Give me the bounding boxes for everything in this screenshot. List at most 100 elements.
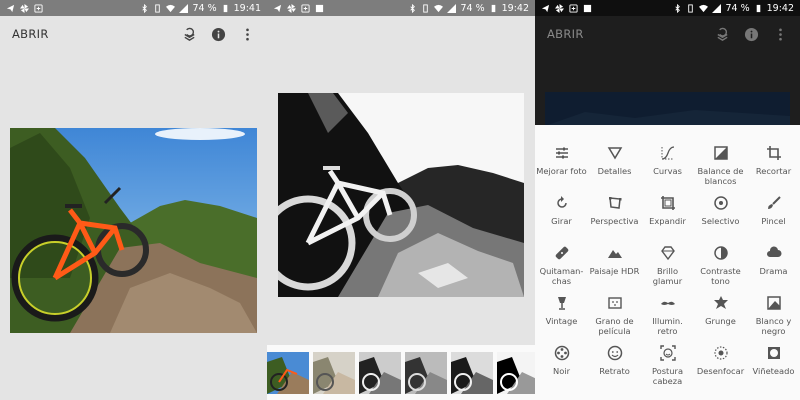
tool-paisaje-hdr[interactable]: Paisaje HDR [588, 245, 641, 295]
tool-label: Mejorar foto [536, 166, 587, 176]
clock: 19:42 [501, 2, 529, 14]
tool-label: Perspectiva [590, 216, 639, 226]
info-icon[interactable] [744, 27, 759, 42]
status-bar: 74 % 19:42 [267, 0, 535, 16]
bandage-icon [554, 245, 570, 261]
target-icon [713, 195, 729, 211]
app-bar: ABRIR [0, 16, 267, 52]
tool-noir[interactable]: Noir [535, 345, 588, 395]
telegram-icon [273, 4, 282, 13]
tool-balance-de-blancos[interactable]: Balance de blancos [694, 145, 747, 195]
battery-text: 74 % [192, 2, 217, 14]
tool-mejorar-foto[interactable]: Mejorar foto [535, 145, 588, 195]
screen-color-photo: 74 % 19:41 ABRIR [0, 0, 267, 400]
face-frame-icon [659, 345, 676, 361]
more-options-icon[interactable] [240, 27, 255, 42]
tool-vineteado[interactable]: Viñeteado [747, 345, 800, 395]
battery-icon [221, 4, 230, 13]
app-notification-icon [569, 3, 578, 13]
triangle-icon [607, 145, 623, 161]
thumbnail-original[interactable] [267, 351, 309, 394]
cloud-icon [766, 245, 782, 261]
tool-selectivo[interactable]: Selectivo [694, 195, 747, 245]
crop-icon [766, 145, 782, 161]
white-balance-icon [713, 145, 729, 161]
tool-label: Recortar [755, 166, 792, 176]
pinwheel-icon [555, 3, 564, 13]
tool-label: Balance de blancos [697, 166, 744, 186]
tool-label: Paisaje HDR [589, 266, 640, 276]
photo-color[interactable] [10, 128, 257, 333]
wifi-icon [434, 4, 444, 13]
open-button[interactable]: ABRIR [547, 27, 584, 41]
thumbnail-bw-selected[interactable] [497, 351, 535, 394]
pinwheel-icon [287, 3, 296, 13]
bluetooth-icon [408, 3, 417, 13]
tool-label: Quitaman-chas [539, 266, 584, 286]
vibrate-icon [153, 3, 162, 13]
tool-label: Viñeteado [752, 366, 795, 376]
tool-grunge[interactable]: Grunge [694, 295, 747, 345]
tool-postura-cabeza[interactable]: Postura cabeza [641, 345, 694, 395]
tool-blanco-y-negro[interactable]: Blanco y negro [747, 295, 800, 345]
wifi-icon [166, 4, 176, 13]
tool-detalles[interactable]: Detalles [588, 145, 641, 195]
tool-label: Detalles [597, 166, 632, 176]
status-bar: 74 % 19:42 [535, 0, 800, 16]
tool-brillo-glamur[interactable]: Brillo glamur [641, 245, 694, 295]
grunge-icon [713, 295, 729, 311]
tool-label: Girar [551, 216, 572, 226]
grain-icon [607, 295, 623, 311]
tool-label: Vintage [545, 316, 578, 326]
tool-expandir[interactable]: Expandir [641, 195, 694, 245]
tool-label: Noir [553, 366, 570, 376]
vibrate-icon [686, 3, 695, 13]
tool-pincel[interactable]: Pincel [747, 195, 800, 245]
tool-quitaman-chas[interactable]: Quitaman-chas [535, 245, 588, 295]
tool-label: Grano de película [595, 316, 634, 336]
tool-label: Blanco y negro [755, 316, 792, 336]
mustache-icon [660, 295, 676, 311]
battery-text: 74 % [460, 2, 485, 14]
contrast-icon [713, 245, 729, 261]
tool-vintage[interactable]: Vintage [535, 295, 588, 345]
bw-icon [766, 295, 782, 311]
thumbnail-bw-2[interactable] [405, 351, 447, 394]
photo-bw[interactable] [278, 93, 524, 297]
brush-icon [766, 195, 782, 211]
clock: 19:41 [233, 2, 261, 14]
status-bar: 74 % 19:41 [0, 0, 267, 16]
layers-undo-icon[interactable] [715, 27, 730, 42]
tool-curvas[interactable]: Curvas [641, 145, 694, 195]
open-button[interactable]: ABRIR [12, 27, 49, 41]
tool-label: Expandir [649, 216, 686, 226]
pinwheel-icon [20, 3, 29, 13]
app-notification-icon [34, 3, 43, 13]
bluetooth-icon [673, 3, 682, 13]
tool-perspectiva[interactable]: Perspectiva [588, 195, 641, 245]
tool-contraste-tono[interactable]: Contraste tono [694, 245, 747, 295]
tool-label: Desenfocar [696, 366, 745, 376]
screen-tools-menu: 74 % 19:42 ABRIR Mejorar foto Detalles Cur… [535, 0, 800, 400]
info-icon[interactable] [211, 27, 226, 42]
tool-retrato[interactable]: Retrato [588, 345, 641, 395]
tool-girar[interactable]: Girar [535, 195, 588, 245]
tool-grano-de-pelicula[interactable]: Grano de película [588, 295, 641, 345]
thumbnail-bw-1[interactable] [359, 351, 401, 394]
battery-icon [754, 4, 763, 13]
thumbnail-faded[interactable] [313, 351, 355, 394]
tool-label: Retrato [599, 366, 630, 376]
tool-desenfocar[interactable]: Desenfocar [694, 345, 747, 395]
layers-undo-icon[interactable] [182, 27, 197, 42]
face-icon [607, 345, 623, 361]
thumbnail-bw-3[interactable] [451, 351, 493, 394]
expand-icon [660, 195, 676, 211]
telegram-icon [541, 4, 550, 13]
perspective-icon [607, 195, 623, 211]
tool-drama[interactable]: Drama [747, 245, 800, 295]
tool-illumin-retro[interactable]: Illumin. retro [641, 295, 694, 345]
signal-icon [712, 3, 722, 13]
more-options-icon[interactable] [773, 27, 788, 42]
bluetooth-icon [140, 3, 149, 13]
tool-recortar[interactable]: Recortar [747, 145, 800, 195]
